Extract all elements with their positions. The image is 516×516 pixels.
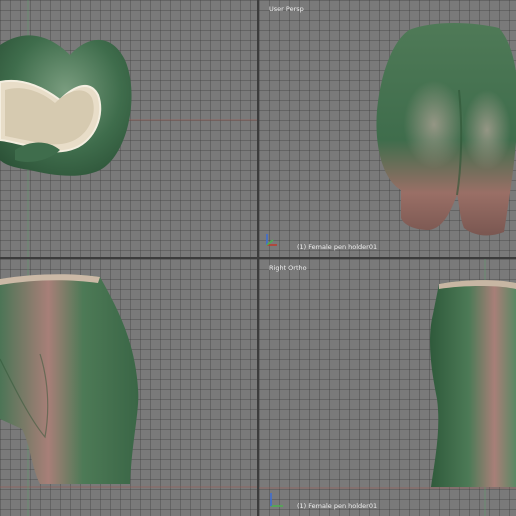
top-view-mesh	[0, 0, 257, 257]
viewport-right-ortho[interactable]: Right Ortho (1) Female pen holder01	[259, 259, 516, 516]
viewport-user-persp[interactable]: User Persp (1) Female pen holder01	[259, 0, 516, 257]
front-view-mesh	[0, 259, 257, 516]
axis-gizmo	[266, 234, 277, 246]
object-label: (1) Female pen holder01	[297, 502, 378, 510]
side-view-mesh	[259, 259, 516, 516]
object-label: (1) Female pen holder01	[297, 243, 378, 251]
persp-view-mesh	[376, 23, 516, 236]
viewport-front[interactable]	[0, 259, 257, 516]
axis-gizmo	[270, 493, 283, 507]
viewport-top-left[interactable]	[0, 0, 257, 257]
